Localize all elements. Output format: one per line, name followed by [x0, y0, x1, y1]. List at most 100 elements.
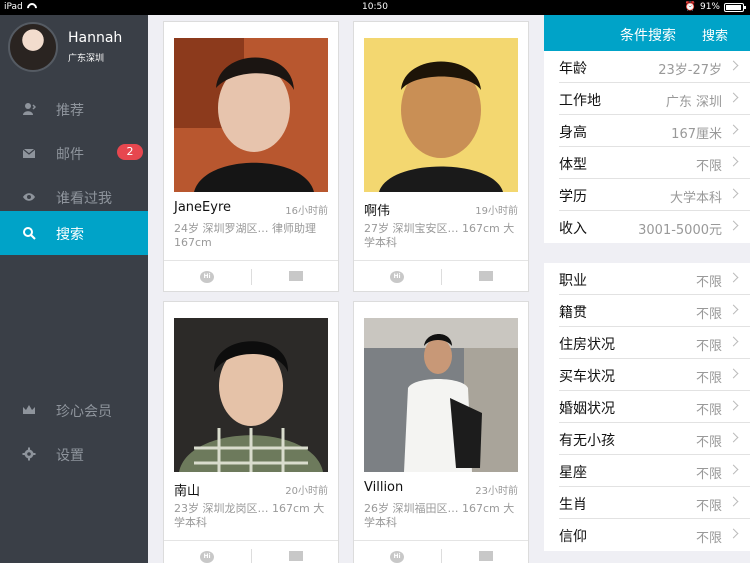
- chevron-right-icon: [728, 304, 739, 315]
- status-bar: iPad 10:50 ⏰ 91%: [0, 0, 750, 15]
- active-time: 19小时前: [475, 206, 518, 217]
- chevron-right-icon: [728, 60, 739, 71]
- filter-value: 不限: [695, 467, 722, 482]
- filter-row-occupation[interactable]: 职业 不限: [544, 263, 750, 295]
- mail-button[interactable]: [252, 541, 339, 563]
- profile-name: 南山: [174, 484, 201, 499]
- chevron-right-icon: [728, 124, 739, 135]
- filter-value: 不限: [695, 531, 722, 546]
- filter-label: 身高: [559, 125, 587, 141]
- filter-label: 学历: [559, 189, 587, 205]
- battery-percent: 91%: [699, 2, 720, 12]
- filter-row-religion[interactable]: 信仰 不限: [544, 519, 750, 551]
- filter-row-zodiac[interactable]: 星座 不限: [544, 455, 750, 487]
- filter-value: 不限: [695, 403, 722, 418]
- sidebar-item-search[interactable]: 搜索: [0, 211, 148, 255]
- mail-button[interactable]: [442, 541, 529, 563]
- chevron-right-icon: [728, 528, 739, 539]
- envelope-icon: [289, 551, 303, 561]
- profile-card[interactable]: JaneEyre 16小时前 24岁 深圳罗湖区… 律师助理 167cm Hi: [163, 21, 339, 292]
- battery-fill: [726, 4, 741, 10]
- filter-row-chinese-zodiac[interactable]: 生肖 不限: [544, 487, 750, 519]
- filter-value: 不限: [695, 499, 722, 514]
- profile-summary: 27岁 深圳宝安区… 167cm 大学本科: [364, 222, 515, 249]
- filter-row-housing[interactable]: 住房状况 不限: [544, 327, 750, 359]
- active-time: 20小时前: [285, 486, 328, 497]
- panel-header: 条件搜索 搜索: [544, 15, 750, 51]
- user-profile[interactable]: Hannah 广东深圳: [0, 15, 148, 79]
- filter-row-marital[interactable]: 婚姻状况 不限: [544, 391, 750, 423]
- chat-icon: Hi: [390, 551, 404, 563]
- filter-value: 不限: [695, 275, 722, 290]
- filter-row-education[interactable]: 学历 大学本科: [544, 179, 750, 211]
- filter-value: 不限: [695, 435, 722, 450]
- search-button[interactable]: 搜索: [702, 25, 728, 44]
- card-actions: Hi: [354, 260, 528, 293]
- chevron-right-icon: [728, 368, 739, 379]
- chat-button[interactable]: Hi: [354, 541, 441, 563]
- card-actions: Hi: [164, 540, 338, 563]
- search-icon: [23, 227, 36, 240]
- filter-row-height[interactable]: 身高 167厘米: [544, 115, 750, 147]
- sidebar-item-vip[interactable]: 珍心会员: [0, 388, 148, 432]
- filter-row-car[interactable]: 买车状况 不限: [544, 359, 750, 391]
- profile-summary: 23岁 深圳龙岗区… 167cm 大学本科: [174, 502, 325, 529]
- profile-card[interactable]: 南山 20小时前 23岁 深圳龙岗区… 167cm 大学本科 Hi: [163, 301, 339, 563]
- profile-name: Hannah: [68, 30, 123, 46]
- chevron-right-icon: [728, 432, 739, 443]
- chevron-right-icon: [728, 156, 739, 167]
- alarm-icon: ⏰: [684, 2, 696, 12]
- chevron-right-icon: [728, 92, 739, 103]
- chat-button[interactable]: Hi: [354, 261, 441, 294]
- chat-button[interactable]: Hi: [164, 261, 251, 294]
- filter-row-body-type[interactable]: 体型 不限: [544, 147, 750, 179]
- profile-card[interactable]: Villion 23小时前 26岁 深圳福田区… 167cm 大学本科 Hi: [353, 301, 529, 563]
- profile-name: JaneEyre: [174, 200, 232, 215]
- chat-icon: Hi: [200, 551, 214, 563]
- filter-label: 籍贯: [559, 305, 587, 321]
- filter-group-advanced: 职业 不限 籍贯 不限 住房状况 不限 买车状况 不限 婚姻状况 不限 有无小孩 不限 星座…: [544, 263, 750, 551]
- filter-label: 职业: [559, 273, 587, 289]
- chevron-right-icon: [728, 220, 739, 231]
- profile-card[interactable]: 啊伟 19小时前 27岁 深圳宝安区… 167cm 大学本科 Hi: [353, 21, 529, 292]
- chat-button[interactable]: Hi: [164, 541, 251, 563]
- sidebar-item-settings[interactable]: 设置: [0, 432, 148, 476]
- filter-row-children[interactable]: 有无小孩 不限: [544, 423, 750, 455]
- chat-icon: Hi: [390, 271, 404, 283]
- profile-feed: JaneEyre 16小时前 24岁 深圳罗湖区… 律师助理 167cm Hi …: [148, 15, 544, 563]
- mail-button[interactable]: [252, 261, 339, 294]
- filter-label: 住房状况: [559, 337, 615, 353]
- filter-group-basic: 年龄 23岁-27岁 工作地 广东 深圳 身高 167厘米 体型 不限 学历 大学本科 收…: [544, 51, 750, 243]
- profile-photo[interactable]: [174, 38, 328, 192]
- filter-row-hometown[interactable]: 籍贯 不限: [544, 295, 750, 327]
- sidebar-item-mail[interactable]: 邮件 2: [0, 131, 148, 175]
- sidebar-item-recommend[interactable]: 推荐: [0, 87, 148, 131]
- sidebar-item-label: 推荐: [56, 103, 84, 119]
- filter-value: 不限: [695, 371, 722, 386]
- filter-label: 有无小孩: [559, 433, 615, 449]
- profile-photo[interactable]: [174, 318, 328, 472]
- filter-value: 大学本科: [669, 191, 722, 206]
- profile-photo[interactable]: [364, 318, 518, 472]
- avatar[interactable]: [8, 22, 58, 72]
- filter-value: 不限: [695, 159, 722, 174]
- active-time: 16小时前: [285, 206, 328, 217]
- card-actions: Hi: [354, 540, 528, 563]
- profile-photo[interactable]: [364, 38, 518, 192]
- profile-name: Villion: [364, 480, 404, 495]
- mail-button[interactable]: [442, 261, 529, 294]
- recommend-icon: [23, 103, 36, 115]
- chevron-right-icon: [728, 188, 739, 199]
- envelope-icon: [479, 551, 493, 561]
- profile-summary: 26岁 深圳福田区… 167cm 大学本科: [364, 502, 515, 529]
- chevron-right-icon: [728, 464, 739, 475]
- filter-value: 广东 深圳: [665, 95, 722, 110]
- filter-label: 买车状况: [559, 369, 615, 385]
- profile-summary: 24岁 深圳罗湖区… 律师助理 167cm: [174, 222, 316, 249]
- filter-label: 信仰: [559, 529, 587, 545]
- filter-row-income[interactable]: 收入 3001-5000元: [544, 211, 750, 243]
- filter-row-workplace[interactable]: 工作地 广东 深圳: [544, 83, 750, 115]
- filter-row-age[interactable]: 年龄 23岁-27岁: [544, 51, 750, 83]
- battery-icon: [724, 2, 746, 12]
- sidebar-item-label: 邮件: [56, 147, 84, 163]
